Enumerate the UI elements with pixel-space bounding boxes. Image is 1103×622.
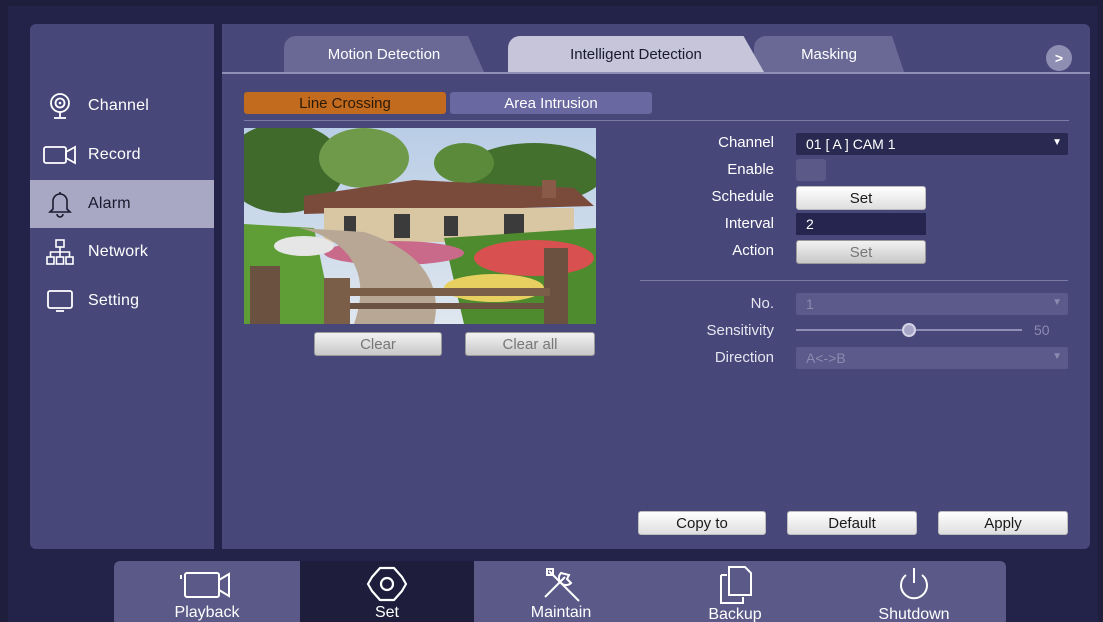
no-label: No. — [750, 295, 774, 312]
apply-button[interactable]: Apply — [938, 511, 1068, 535]
camera-eye-icon — [42, 91, 78, 121]
bottombar-label: Backup — [708, 606, 762, 622]
chevron-down-icon: ▼ — [1052, 297, 1062, 308]
sidebar-item-setting[interactable]: Setting — [30, 277, 214, 325]
bottombar-label: Shutdown — [878, 606, 950, 622]
maintain-button[interactable]: Maintain — [474, 561, 648, 622]
bell-icon — [42, 189, 78, 219]
playback-button[interactable]: Playback — [114, 561, 300, 622]
clear-button[interactable]: Clear — [314, 332, 442, 356]
copy-to-button[interactable]: Copy to — [638, 511, 766, 535]
camera-preview[interactable] — [244, 128, 596, 324]
enable-label: Enable — [727, 161, 774, 178]
no-value: 1 — [806, 296, 814, 312]
shutdown-button[interactable]: Shutdown — [822, 561, 1006, 622]
copy-icon — [717, 565, 753, 605]
sensitivity-value: 50 — [1034, 322, 1050, 338]
sidebar-item-label: Network — [88, 243, 149, 260]
tab-intelligent-detection[interactable]: Intelligent Detection — [508, 36, 764, 72]
divider — [640, 280, 1068, 281]
channel-value: 01 [ A ] CAM 1 — [806, 136, 896, 152]
sidebar-item-label: Setting — [88, 292, 140, 309]
default-button[interactable]: Default — [787, 511, 917, 535]
bottombar-label: Playback — [174, 604, 240, 621]
sidebar-item-alarm[interactable]: Alarm — [30, 180, 214, 228]
divider — [244, 120, 1069, 121]
no-select[interactable]: 1 ▼ — [796, 293, 1068, 315]
channel-label: Channel — [718, 134, 774, 151]
bottom-toolbar: Playback Set Maintain Backup Shutdown — [114, 561, 1006, 622]
sidebar-item-network[interactable]: Network — [30, 228, 214, 276]
direction-label: Direction — [714, 349, 774, 366]
sidebar: Channel Record Alarm Network Setting — [30, 24, 214, 549]
video-camera-icon — [42, 140, 78, 170]
enable-checkbox[interactable] — [796, 159, 826, 181]
direction-value: A<->B — [806, 350, 846, 366]
chevron-down-icon: ▼ — [1052, 351, 1062, 362]
sensitivity-label: Sensitivity — [706, 322, 774, 339]
clear-all-button[interactable]: Clear all — [465, 332, 595, 356]
set-button[interactable]: Set — [300, 561, 474, 622]
sidebar-item-label: Record — [88, 146, 141, 163]
backup-button[interactable]: Backup — [648, 561, 822, 622]
chevron-down-icon: ▼ — [1052, 137, 1062, 148]
power-icon — [894, 565, 934, 605]
channel-select[interactable]: 01 [ A ] CAM 1 ▼ — [796, 133, 1068, 155]
interval-input[interactable]: 2 — [796, 213, 926, 235]
monitor-icon — [42, 286, 78, 316]
direction-select[interactable]: A<->B ▼ — [796, 347, 1068, 369]
action-label: Action — [732, 242, 774, 259]
interval-label: Interval — [724, 215, 774, 232]
bottombar-label: Set — [374, 604, 399, 621]
tabs-bar: Motion Detection Masking Intelligent Det… — [222, 24, 1090, 72]
sidebar-item-label: Alarm — [88, 195, 131, 212]
tools-icon — [539, 565, 583, 603]
schedule-set-button[interactable]: Set — [796, 186, 926, 210]
sensitivity-slider-handle[interactable] — [902, 323, 916, 337]
gear-icon — [366, 565, 408, 603]
tab-divider — [222, 72, 1090, 74]
schedule-label: Schedule — [711, 188, 774, 205]
tab-masking[interactable]: Masking — [754, 36, 904, 72]
tab-motion-detection[interactable]: Motion Detection — [284, 36, 484, 72]
main-panel: Motion Detection Masking Intelligent Det… — [222, 24, 1090, 549]
tab-next-button[interactable]: > — [1046, 45, 1072, 71]
sidebar-item-record[interactable]: Record — [30, 131, 214, 179]
action-set-button[interactable]: Set — [796, 240, 926, 264]
subtab-line-crossing[interactable]: Line Crossing — [244, 92, 446, 114]
network-icon — [42, 237, 78, 267]
subtab-area-intrusion[interactable]: Area Intrusion — [450, 92, 652, 114]
sidebar-item-label: Channel — [88, 97, 150, 114]
sidebar-item-channel[interactable]: Channel — [30, 82, 214, 130]
video-camera-icon — [175, 565, 239, 603]
bottombar-label: Maintain — [530, 604, 592, 621]
